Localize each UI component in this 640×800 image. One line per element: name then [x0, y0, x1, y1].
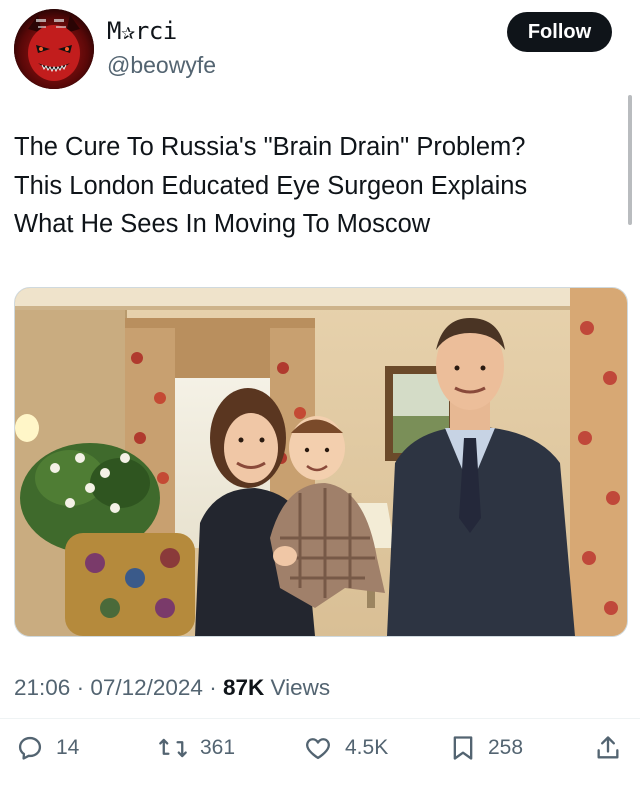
- views-label: Views: [264, 675, 331, 700]
- like-button[interactable]: 4.5K: [303, 728, 388, 768]
- bookmark-icon: [453, 736, 473, 760]
- scrollbar[interactable]: [628, 95, 632, 225]
- repost-count: 361: [200, 736, 236, 759]
- tweet-text: The Cure To Russia's "Brain Drain" Probl…: [14, 128, 614, 244]
- meta-separator: ·: [70, 675, 91, 700]
- tweet-meta: 21:06 · 07/12/2024 · 87K Views: [14, 675, 330, 701]
- repost-icon: [159, 738, 187, 758]
- reply-icon: [18, 736, 42, 760]
- tweet-text-line: What He Sees In Moving To Moscow: [14, 210, 431, 238]
- action-bar: 14 361 4.5K 258: [0, 728, 640, 768]
- tweet-text-line: This London Educated Eye Surgeon Explain…: [14, 171, 528, 200]
- divider: [0, 718, 640, 719]
- tweet-header: M✰rci @beowyfe Follow: [0, 0, 640, 100]
- meta-separator: ·: [202, 675, 223, 700]
- repost-button[interactable]: 361: [158, 728, 235, 768]
- share-button[interactable]: [594, 728, 622, 768]
- family-photo: [15, 288, 627, 636]
- views-count: 87K: [222, 675, 265, 700]
- reply-count: 14: [56, 736, 80, 759]
- avatar[interactable]: [14, 9, 94, 89]
- reply-button[interactable]: 14: [16, 728, 79, 768]
- user-handle[interactable]: @beowyfe: [107, 52, 216, 79]
- bookmark-count: 258: [488, 736, 524, 759]
- bookmark-button[interactable]: 258: [450, 728, 523, 768]
- share-icon: [597, 736, 619, 759]
- follow-button[interactable]: Follow: [507, 12, 612, 52]
- tweet-time[interactable]: 21:06: [14, 675, 70, 700]
- tweet-photo[interactable]: [14, 287, 628, 637]
- like-count: 4.5K: [345, 736, 389, 759]
- devil-face-avatar-icon: [14, 9, 94, 89]
- heart-icon: [306, 738, 330, 760]
- display-name[interactable]: M✰rci: [107, 17, 177, 45]
- tweet-date[interactable]: 07/12/2024: [90, 675, 203, 700]
- tweet-text-line: The Cure To Russia's "Brain Drain" Probl…: [14, 133, 526, 161]
- armchair: [65, 533, 195, 636]
